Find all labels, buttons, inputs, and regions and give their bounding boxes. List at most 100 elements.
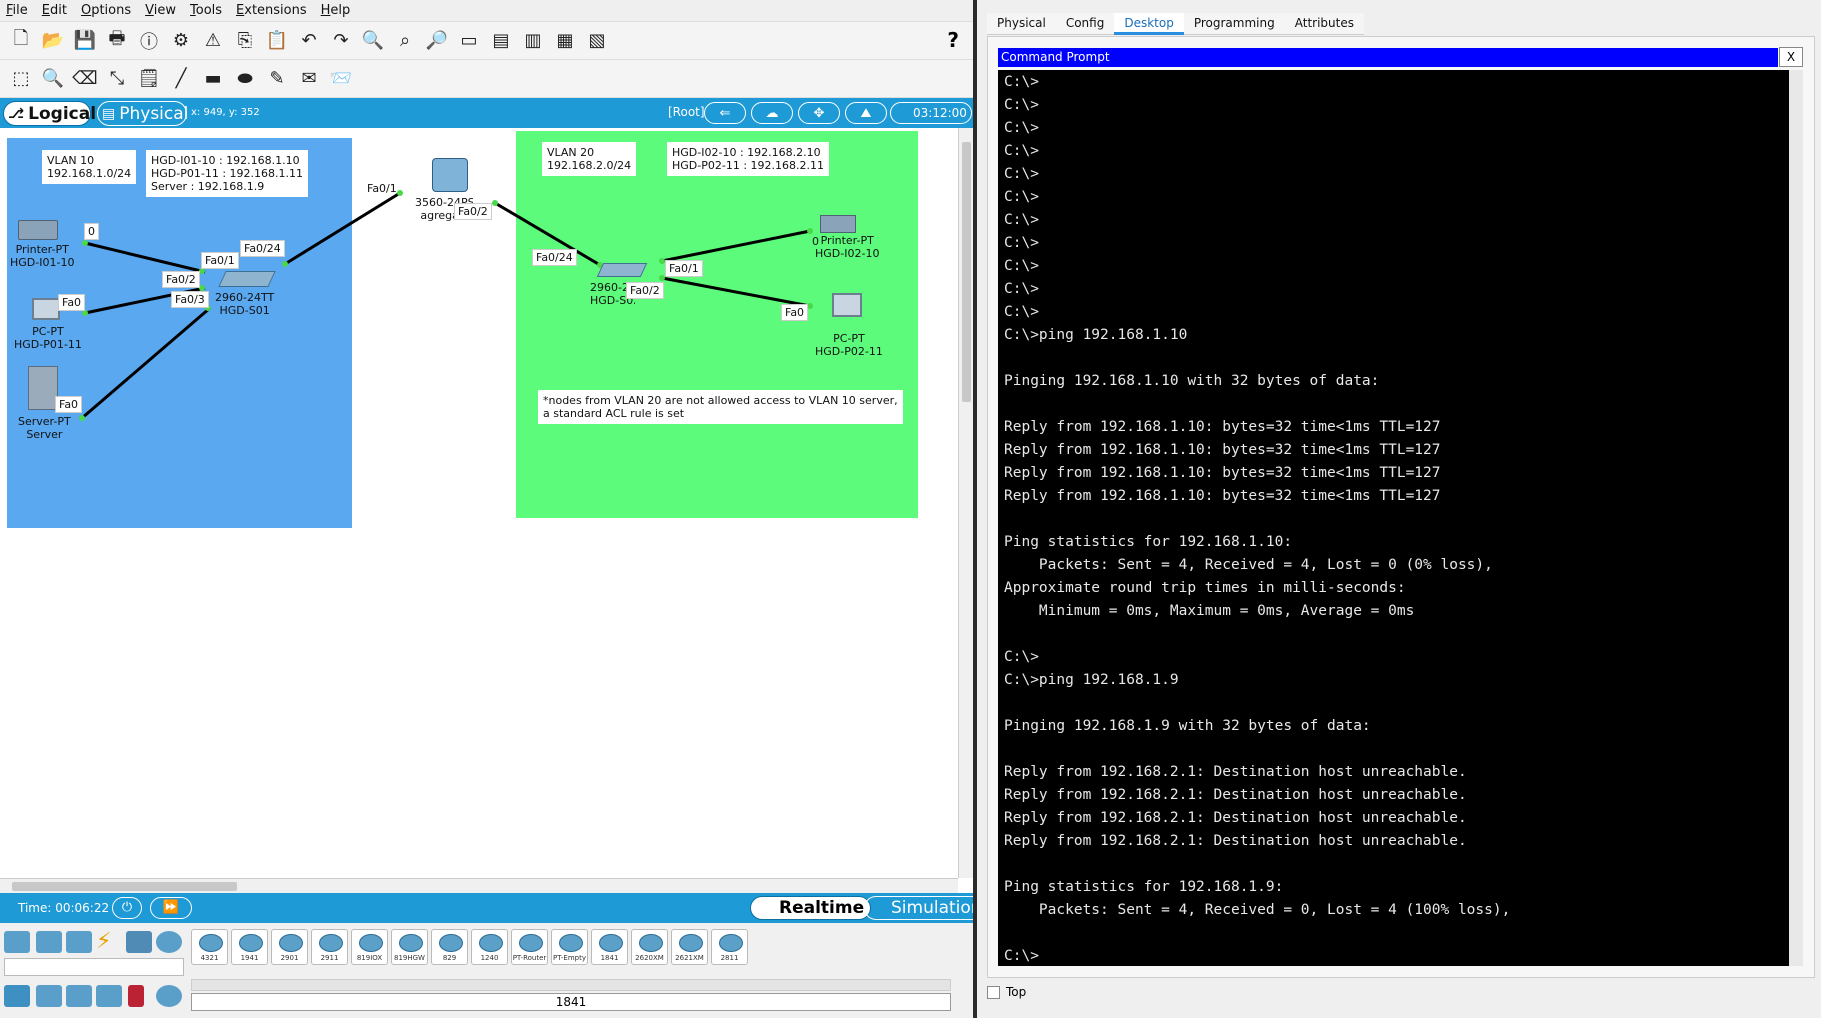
router-model-819iox[interactable]: 819IOX: [351, 929, 388, 965]
simple-pdu-icon[interactable]: ✉: [296, 66, 322, 92]
printer-hgd-i01-10-label[interactable]: Printer-PT HGD-I01-10: [10, 243, 74, 269]
complex-pdu-icon[interactable]: 📨: [328, 66, 354, 92]
vlan10-hosts-note[interactable]: HGD-I01-10 : 192.168.1.10 HGD-P01-11 : 1…: [146, 150, 309, 197]
terminal-scrollbar[interactable]: [1789, 70, 1803, 966]
network-devices-icon[interactable]: [4, 931, 30, 953]
router-model-2621xm[interactable]: 2621XM: [671, 929, 708, 965]
delete-icon[interactable]: ⌫: [72, 66, 98, 92]
command-prompt-terminal[interactable]: C:\> C:\> C:\> C:\> C:\> C:\> C:\> C:\> …: [998, 70, 1803, 966]
network-wizard-icon[interactable]: ⚙: [168, 28, 194, 54]
viewport-clock[interactable]: 03:12:00: [890, 102, 972, 124]
menu-view[interactable]: View: [145, 3, 176, 18]
info-icon[interactable]: ⓘ: [136, 28, 162, 54]
wan-emulation-icon[interactable]: [156, 985, 182, 1007]
tab-attributes[interactable]: Attributes: [1284, 13, 1364, 35]
pc-icon[interactable]: [32, 298, 60, 320]
router-model-1240[interactable]: 1240: [471, 929, 508, 965]
root-breadcrumb[interactable]: [Root]: [668, 105, 705, 119]
select-icon[interactable]: ⬚: [8, 66, 34, 92]
logical-canvas[interactable]: VLAN 10 192.168.1.0/24 HGD-I01-10 : 192.…: [0, 128, 958, 878]
copy-icon[interactable]: ⎘: [232, 28, 258, 54]
server-icon[interactable]: [28, 366, 58, 410]
routers-category-icon[interactable]: [4, 985, 30, 1007]
redo-icon[interactable]: ↷: [328, 28, 354, 54]
switch-hgd-s01-label[interactable]: 2960-24TT HGD-S01: [215, 291, 274, 317]
realtime-button[interactable]: Realtime: [750, 896, 872, 920]
menu-help[interactable]: Help: [321, 3, 351, 18]
zoom-in-icon[interactable]: 🔍: [360, 28, 386, 54]
pc-hgd-p02-11-label[interactable]: PC-PT HGD-P02-11: [815, 332, 883, 358]
resize-icon[interactable]: ⤡: [104, 66, 130, 92]
custom-devices-icon[interactable]: ▤: [488, 28, 514, 54]
text-file-icon[interactable]: ▥: [520, 28, 546, 54]
image-icon[interactable]: ▧: [584, 28, 610, 54]
paste-icon[interactable]: 📋: [264, 28, 290, 54]
move-object-button[interactable]: ✥: [798, 102, 840, 124]
activity-wizard-icon[interactable]: ⚠: [200, 28, 226, 54]
background-image-button[interactable]: ⛰: [845, 102, 887, 124]
vlan10-label[interactable]: VLAN 10 192.168.1.0/24: [42, 150, 137, 184]
router-model-pt-router[interactable]: PT-Router: [511, 929, 548, 965]
scroll-thumb[interactable]: [12, 882, 237, 891]
ellipse-icon[interactable]: ⬬: [232, 66, 258, 92]
pc-hgd-p01-11-label[interactable]: PC-PT HGD-P01-11: [14, 325, 82, 351]
tab-desktop[interactable]: Desktop: [1114, 13, 1184, 35]
router-model-pt-empty[interactable]: PT-Empty: [551, 929, 588, 965]
checkbox-icon[interactable]: [987, 985, 1000, 999]
printer-hgd-i02-10-label[interactable]: Printer-PT HGD-I02-10: [815, 234, 879, 260]
router-model-1941[interactable]: 1941: [231, 929, 268, 965]
inspect-icon[interactable]: 🔍: [40, 66, 66, 92]
line-icon[interactable]: ╱: [168, 66, 194, 92]
undo-icon[interactable]: ↶: [296, 28, 322, 54]
open-folder-icon[interactable]: 📂: [40, 28, 66, 54]
router-model-1841[interactable]: 1841: [591, 929, 628, 965]
vlan20-label[interactable]: VLAN 20 192.168.2.0/24: [542, 142, 637, 176]
switches-category-icon[interactable]: [36, 985, 62, 1007]
category-search[interactable]: [4, 958, 184, 976]
freeform-icon[interactable]: ✎: [264, 66, 290, 92]
menu-extensions[interactable]: Extensions: [236, 3, 307, 18]
vlan20-hosts-note[interactable]: HGD-I02-10 : 192.168.2.10 HGD-P02-11 : 1…: [667, 142, 830, 176]
pdu-list-icon[interactable]: ▦: [552, 28, 578, 54]
miscellaneous-icon[interactable]: [126, 931, 152, 953]
tab-programming[interactable]: Programming: [1183, 13, 1285, 35]
rectangle-icon[interactable]: ▬: [200, 66, 226, 92]
tab-physical[interactable]: ▤ Physical: [97, 101, 188, 126]
terminal-output[interactable]: C:\> C:\> C:\> C:\> C:\> C:\> C:\> C:\> …: [998, 70, 1803, 966]
zoom-out-icon[interactable]: 🔎: [424, 28, 450, 54]
menu-options[interactable]: Options: [81, 3, 131, 18]
back-button[interactable]: ⇐: [704, 102, 746, 124]
router-model-2901[interactable]: 2901: [271, 929, 308, 965]
close-button[interactable]: X: [1779, 47, 1803, 67]
power-cycle-icon[interactable]: ⏻: [112, 897, 142, 919]
canvas-horizontal-scrollbar[interactable]: [0, 878, 958, 893]
pc-icon[interactable]: [832, 293, 862, 317]
router-model-829[interactable]: 829: [431, 929, 468, 965]
top-checkbox[interactable]: Top: [987, 985, 1026, 999]
connections-icon[interactable]: ⚡: [96, 929, 111, 954]
wireless-category-icon[interactable]: [96, 985, 122, 1007]
menu-file[interactable]: File: [6, 3, 28, 18]
hubs-category-icon[interactable]: [66, 985, 92, 1007]
end-devices-icon[interactable]: [36, 931, 62, 953]
switch-icon[interactable]: [218, 271, 276, 287]
tab-logical[interactable]: ⎇ Logical: [3, 101, 96, 126]
menu-tools[interactable]: Tools: [190, 3, 222, 18]
zoom-reset-icon[interactable]: ⌕: [392, 28, 418, 54]
help-icon[interactable]: ?: [947, 28, 959, 52]
components-icon[interactable]: [66, 931, 92, 953]
tab-physical[interactable]: Physical: [987, 13, 1056, 35]
drawing-palette-icon[interactable]: ▭: [456, 28, 482, 54]
multiuser-icon[interactable]: [156, 931, 182, 953]
print-icon[interactable]: 🖶: [104, 28, 130, 54]
printer-icon[interactable]: [18, 220, 58, 240]
simulation-button[interactable]: Simulation: [864, 896, 987, 920]
router-model-4321[interactable]: 4321: [191, 929, 228, 965]
printer-icon[interactable]: [820, 215, 856, 233]
new-cluster-button[interactable]: ☁: [751, 102, 793, 124]
note-icon[interactable]: 🗒: [136, 66, 162, 92]
router-model-2620xm[interactable]: 2620XM: [631, 929, 668, 965]
server-label[interactable]: Server-PT Server: [18, 415, 71, 441]
switch-icon[interactable]: [596, 263, 648, 277]
scroll-thumb[interactable]: [962, 142, 971, 402]
